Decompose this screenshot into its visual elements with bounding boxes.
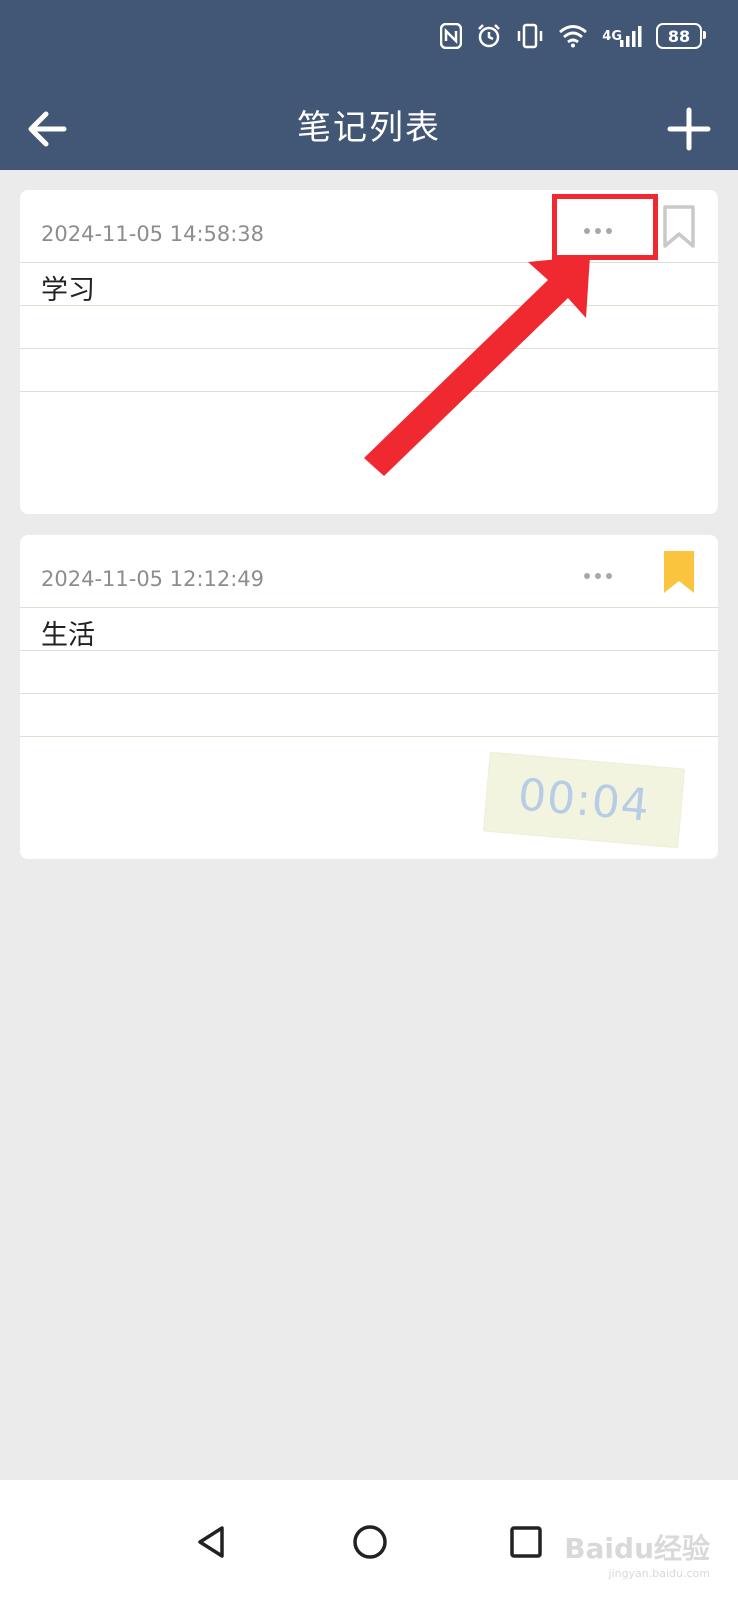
dot	[595, 573, 601, 579]
watermark-url: jingyan.baidu.com	[608, 1567, 710, 1580]
system-nav-bar: Baidu经验 jingyan.baidu.com	[0, 1480, 738, 1600]
divider	[20, 650, 718, 651]
dot	[584, 573, 590, 579]
divider	[20, 348, 718, 349]
sticker-text: 00:04	[516, 768, 652, 832]
divider	[20, 391, 718, 392]
watermark-brand: Baidu经验	[564, 1532, 710, 1565]
note-date: 2024-11-05 14:58:38	[41, 222, 265, 246]
app-header: 4G 88 笔记列表	[0, 0, 738, 170]
add-note-button[interactable]	[664, 104, 714, 154]
divider	[20, 607, 718, 608]
nav-home-button[interactable]	[348, 1520, 392, 1564]
battery-level: 88	[667, 26, 691, 46]
bookmark-filled-icon	[664, 551, 694, 593]
nav-back-button[interactable]	[190, 1520, 234, 1564]
divider	[20, 305, 718, 306]
timer-sticker: 00:04	[482, 751, 686, 849]
dot	[595, 228, 601, 234]
dot	[606, 228, 612, 234]
nav-recent-button[interactable]	[504, 1520, 548, 1564]
square-recent-icon	[510, 1526, 542, 1558]
circle-home-icon	[353, 1525, 387, 1559]
divider	[20, 262, 718, 263]
page-title: 笔记列表	[297, 108, 441, 148]
alarm-icon	[476, 23, 502, 49]
note-card[interactable]: 2024-11-05 14:58:38 学习	[20, 190, 718, 514]
dot	[584, 228, 590, 234]
more-options-button[interactable]	[568, 208, 628, 254]
note-date: 2024-11-05 12:12:49	[41, 567, 265, 591]
divider	[20, 693, 718, 694]
battery-icon: 88	[656, 23, 706, 49]
bookmark-button[interactable]	[662, 549, 696, 595]
bookmark-button[interactable]	[662, 204, 696, 250]
vibrate-icon	[516, 23, 544, 49]
plus-icon	[667, 107, 711, 151]
signal-icon: 4G	[602, 24, 642, 48]
bookmark-outline-icon	[663, 205, 695, 248]
nfc-icon	[440, 23, 463, 49]
dot	[606, 573, 612, 579]
more-options-button[interactable]	[568, 553, 628, 599]
triangle-back-icon	[198, 1526, 224, 1558]
note-title: 生活	[41, 620, 95, 651]
divider	[20, 736, 718, 737]
wifi-icon	[558, 24, 588, 48]
watermark: Baidu经验 jingyan.baidu.com	[564, 1527, 710, 1580]
status-bar: 4G 88	[440, 20, 706, 52]
note-title: 学习	[41, 275, 95, 306]
